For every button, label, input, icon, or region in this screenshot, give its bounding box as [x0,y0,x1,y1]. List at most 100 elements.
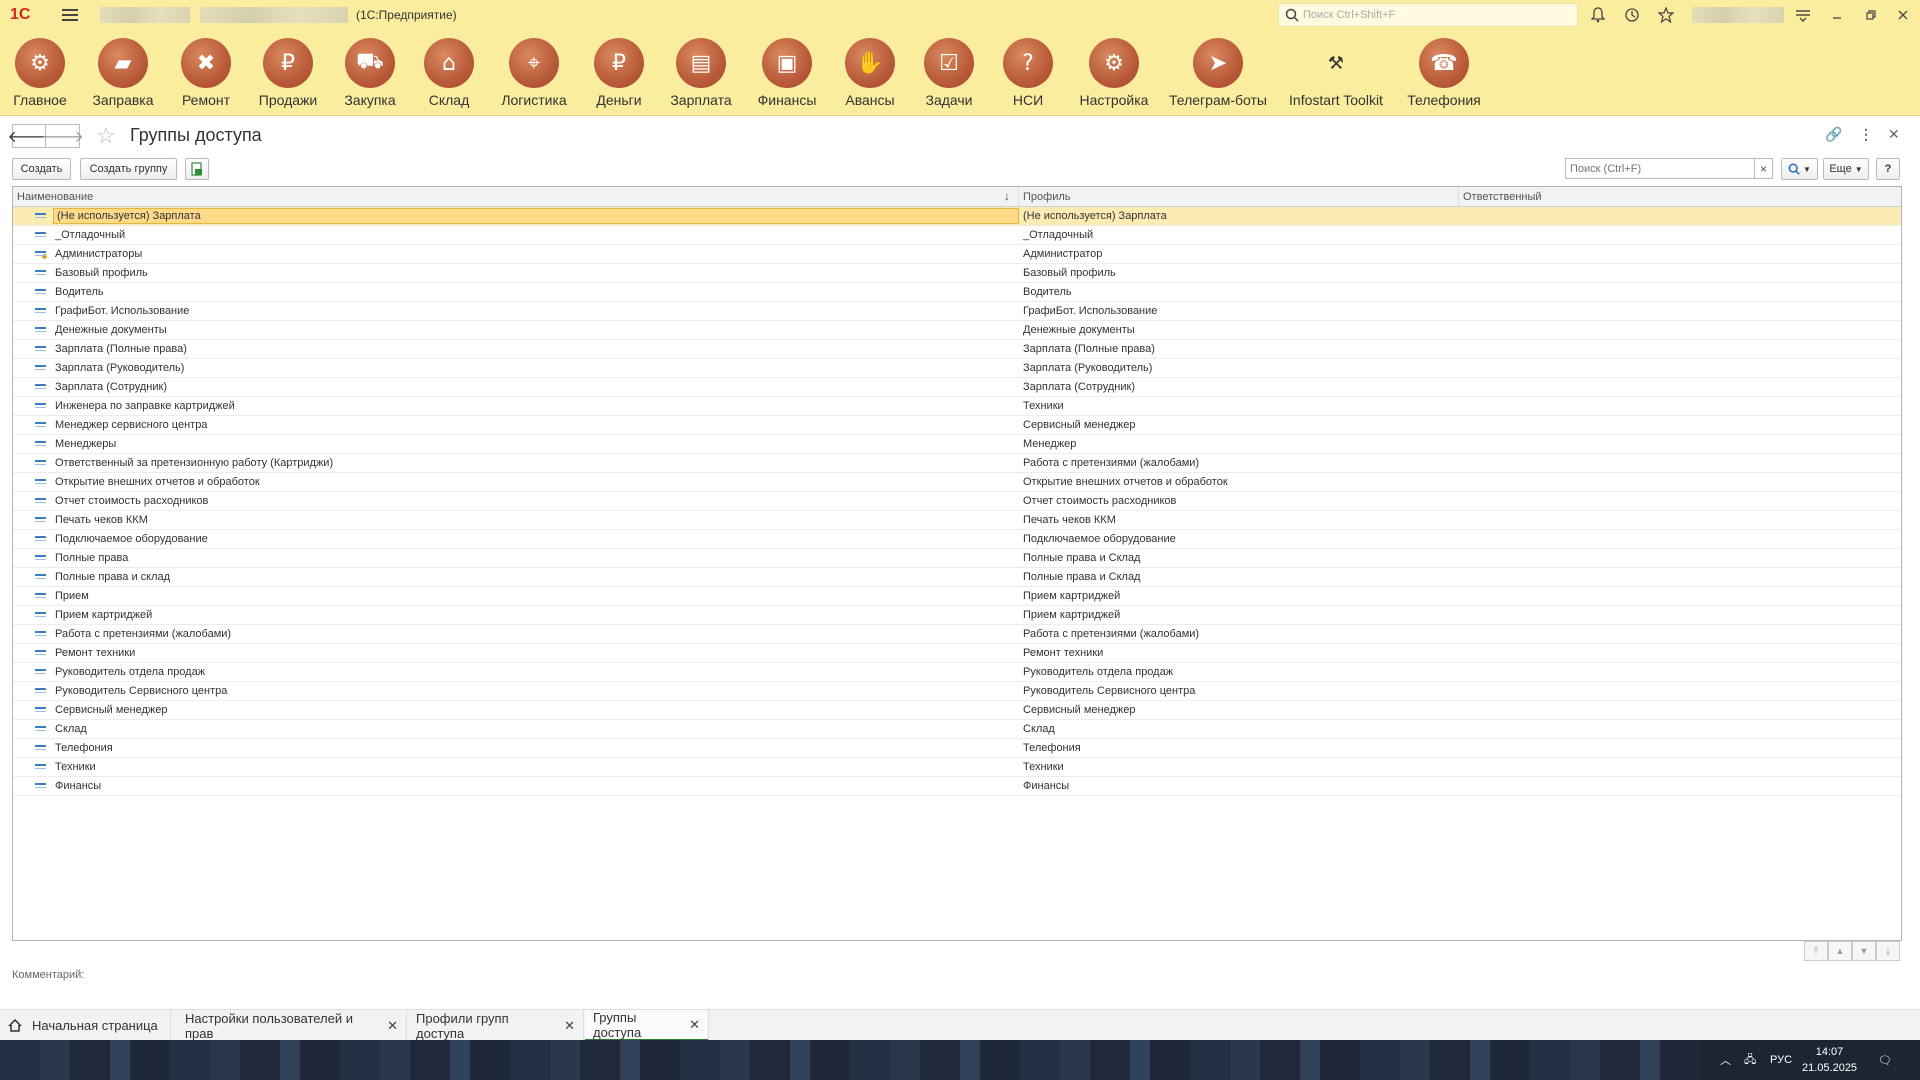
section-telephony[interactable]: ☎ Телефония [1399,38,1489,108]
table-row[interactable]: Телефония Телефония [13,739,1901,758]
search-options-button[interactable]: ▼ [1781,158,1818,180]
section-nsi[interactable]: ? НСИ [983,38,1073,108]
table-row[interactable]: Отчет стоимость расходников Отчет стоимос… [13,492,1901,511]
section-refill[interactable]: ▰ Заправка [78,38,168,108]
1c-logo[interactable]: 1С [10,6,44,24]
section-infostart-toolkit[interactable]: ⚒ Infostart Toolkit [1289,38,1383,109]
tab-user-settings[interactable]: Настройки пользователей и прав ✕ [177,1010,407,1041]
section-settings[interactable]: ⚙ Настройка [1069,38,1159,108]
table-row[interactable]: ГрафиБот. Использование ГрафиБот. Использ… [13,302,1901,321]
section-sales[interactable]: ₽ Продажи [243,38,333,108]
notifications-icon[interactable]: 🗨 [1878,1040,1892,1080]
list-search-input[interactable] [1565,158,1755,179]
close-window-icon[interactable] [1894,6,1912,24]
table-row[interactable]: Техники Техники [13,758,1901,777]
cell-profile: Сервисный менеджер [1023,704,1136,716]
access-group-icon [35,440,47,448]
table-row[interactable]: Сервисный менеджер Сервисный менеджер [13,701,1901,720]
table-row[interactable]: Денежные документы Денежные документы [13,321,1901,340]
table-row[interactable]: Менеджеры Менеджер [13,435,1901,454]
section-salary[interactable]: ▤ Зарплата [656,38,746,108]
cell-profile: Полные права и Склад [1023,552,1141,564]
table-row[interactable]: Полные права и склад Полные права и Склад [13,568,1901,587]
close-tab-icon[interactable]: ✕ [564,1018,575,1034]
table-row[interactable]: Ремонт техники Ремонт техники [13,644,1901,663]
table-row[interactable]: Работа с претензиями (жалобами) Работа с … [13,625,1901,644]
access-group-icon [35,402,47,410]
section-purchase[interactable]: ⛟ Закупка [325,38,415,108]
table-row[interactable]: Печать чеков ККМ Печать чеков ККМ [13,511,1901,530]
favorites-star-icon[interactable] [1657,6,1675,24]
export-excel-button[interactable] [185,158,209,180]
table-row[interactable]: Руководитель Сервисного центра Руководите… [13,682,1901,701]
main-menu-icon[interactable] [62,9,78,21]
table-row[interactable]: Зарплата (Полные права) Зарплата (Полные … [13,340,1901,359]
global-search-input[interactable]: Поиск Ctrl+Shift+F [1278,3,1578,27]
add-to-favorites-star-icon[interactable]: ☆ [96,124,116,148]
table-row[interactable]: (Не используется) Зарплата (Не использует… [13,207,1901,226]
minimize-icon[interactable] [1828,6,1846,24]
close-tab-icon[interactable]: ✕ [689,1017,700,1033]
table-row[interactable]: Прием картриджей Прием картриджей [13,606,1901,625]
table-row[interactable]: Подключаемое оборудование Подключаемое об… [13,530,1901,549]
table-row[interactable]: Водитель Водитель [13,283,1901,302]
section-money[interactable]: ₽ Деньги [574,38,664,108]
history-icon[interactable] [1623,6,1641,24]
table-row[interactable]: Финансы Финансы [13,777,1901,796]
network-icon[interactable]: 🖧 [1744,1040,1756,1080]
table-row[interactable]: Открытие внешних отчетов и обработок Откр… [13,473,1901,492]
help-button[interactable]: ? [1876,158,1900,180]
section-tasks[interactable]: ☑ Задачи [904,38,994,108]
table-row[interactable]: Ответственный за претензионную работу (К… [13,454,1901,473]
scroll-up-icon[interactable]: ▲ [1828,941,1852,961]
cell-profile: Склад [1023,723,1055,735]
section-repair[interactable]: ✖ Ремонт [161,38,251,108]
access-groups-table[interactable]: Наименование ↓ Профиль Ответственный (Не… [12,186,1902,941]
cell-name: Руководитель Сервисного центра [13,685,1019,697]
language-indicator[interactable]: РУС [1770,1040,1792,1080]
clock[interactable]: 14:07 21.05.2025 [1802,1044,1857,1076]
cell-profile: (Не используется) Зарплата [1023,210,1167,222]
tab-access-group-profiles[interactable]: Профили групп доступа ✕ [408,1010,584,1041]
table-row[interactable]: Администраторы Администратор [13,245,1901,264]
section-logistics[interactable]: ⌖ Логистика [489,38,579,108]
more-button[interactable]: Еще ▼ [1823,158,1869,180]
close-form-icon[interactable]: ✕ [1888,126,1900,143]
create-group-button[interactable]: Создать группу [80,158,177,180]
column-header-name[interactable]: Наименование ↓ [13,187,1019,206]
tab-access-groups[interactable]: Группы доступа ✕ [585,1010,709,1041]
tray-chevron-icon[interactable]: ︿ [1720,1040,1731,1080]
link-icon[interactable]: 🔗 [1825,126,1842,143]
table-row[interactable]: Прием Прием картриджей [13,587,1901,606]
forward-arrow-icon[interactable]: 🡒 [41,124,84,148]
bell-icon[interactable] [1589,6,1607,24]
table-row[interactable]: Полные права Полные права и Склад [13,549,1901,568]
table-row[interactable]: Менеджер сервисного центра Сервисный мене… [13,416,1901,435]
section-advances[interactable]: ✋ Авансы [825,38,915,108]
create-button[interactable]: Создать [12,158,71,180]
settings-menu-icon[interactable] [1794,6,1812,24]
table-row[interactable]: Базовый профиль Базовый профиль [13,264,1901,283]
restore-icon[interactable] [1862,6,1880,24]
scroll-top-icon[interactable]: ⤒ [1804,941,1828,961]
cell-name: (Не используется) Зарплата [13,208,1019,224]
scroll-down-icon[interactable]: ▼ [1852,941,1876,961]
table-row[interactable]: Руководитель отдела продаж Руководитель о… [13,663,1901,682]
close-tab-icon[interactable]: ✕ [387,1018,398,1034]
section-main[interactable]: ⚙ Главное [0,38,85,108]
table-row[interactable]: Инженера по заправке картриджей Техники [13,397,1901,416]
table-row[interactable]: Зарплата (Сотрудник) Зарплата (Сотрудник) [13,378,1901,397]
more-vertical-icon[interactable]: ⋮ [1859,126,1873,143]
table-row[interactable]: _Отладочный _Отладочный [13,226,1901,245]
scroll-bottom-icon[interactable]: ⤓ [1876,941,1900,961]
section-finance[interactable]: ▣ Финансы [742,38,832,108]
column-header-profile[interactable]: Профиль [1019,187,1459,206]
tab-home[interactable]: Начальная страница [0,1010,171,1041]
table-row[interactable]: Склад Склад [13,720,1901,739]
column-header-responsible[interactable]: Ответственный [1459,187,1901,206]
table-row[interactable]: Зарплата (Руководитель) Зарплата (Руковод… [13,359,1901,378]
briefcase-icon: ▣ [762,38,812,88]
section-warehouse[interactable]: ⌂ Склад [404,38,494,108]
clear-search-icon[interactable]: × [1755,158,1773,179]
section-telegram-bots[interactable]: ➤ Телеграм-боты [1169,38,1267,108]
